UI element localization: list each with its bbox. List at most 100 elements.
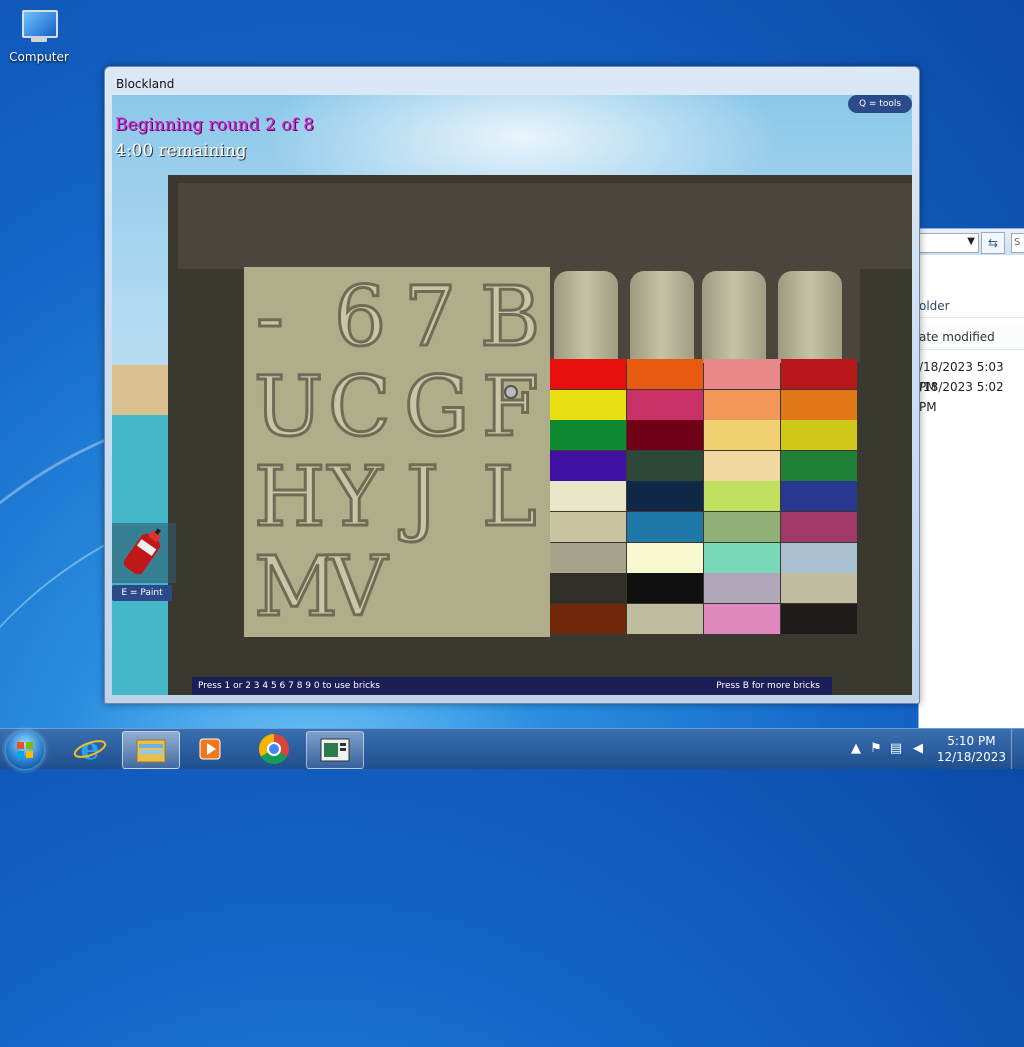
paint-hint: E = Paint bbox=[112, 585, 172, 601]
address-dropdown[interactable]: ▼ bbox=[919, 233, 979, 253]
crosshair-icon bbox=[504, 385, 518, 399]
more-bricks-hint: Press B for more bricks bbox=[716, 681, 820, 691]
clock-date: 12/18/2023 bbox=[936, 750, 1006, 764]
color-swatch[interactable] bbox=[781, 542, 857, 573]
frame-top bbox=[178, 183, 912, 269]
window-title: Blockland bbox=[116, 77, 175, 91]
letter-brick[interactable]: F bbox=[481, 365, 541, 450]
color-swatch[interactable] bbox=[627, 542, 703, 573]
color-swatch[interactable] bbox=[550, 603, 626, 634]
color-swatch[interactable] bbox=[704, 512, 780, 542]
color-swatch[interactable] bbox=[627, 389, 703, 420]
taskbar-media-player[interactable] bbox=[182, 731, 238, 767]
color-swatch[interactable] bbox=[627, 420, 703, 451]
action-center-icon[interactable]: ⚑ bbox=[868, 741, 884, 757]
letter-brick[interactable]: 7 bbox=[402, 275, 457, 360]
computer-icon bbox=[18, 8, 60, 44]
explorer-window[interactable]: ▼ ⇆ S older ate modified /18/2023 5:03 P… bbox=[918, 228, 1024, 730]
media-player-icon bbox=[199, 738, 221, 760]
letter-brick[interactable]: C bbox=[327, 365, 393, 450]
desktop-icon-computer[interactable]: Computer bbox=[8, 8, 70, 64]
color-swatch[interactable] bbox=[704, 573, 780, 604]
color-swatch[interactable] bbox=[781, 359, 857, 389]
letter-brick[interactable]: M bbox=[253, 545, 340, 630]
windows-flag-icon bbox=[17, 742, 33, 758]
color-swatch[interactable] bbox=[627, 512, 703, 542]
desktop-icon-label: Computer bbox=[9, 50, 69, 64]
system-tray: ▲ ⚑ ▤ ◀ 5:10 PM 12/18/2023 bbox=[824, 729, 1024, 769]
color-swatch[interactable] bbox=[627, 573, 703, 604]
letter-brick[interactable]: 6 bbox=[332, 275, 387, 360]
clock[interactable]: 5:10 PM 12/18/2023 bbox=[937, 733, 1006, 765]
letter-brick[interactable]: L bbox=[480, 455, 537, 540]
file-explorer-icon bbox=[136, 739, 166, 763]
color-swatch[interactable] bbox=[627, 359, 703, 389]
letter-brick[interactable]: V bbox=[326, 545, 388, 630]
letter-brick[interactable]: Y bbox=[326, 455, 383, 540]
letter-brick[interactable]: U bbox=[252, 365, 324, 450]
bricks-hint: Press 1 or 2 3 4 5 6 7 8 9 0 to use bric… bbox=[198, 681, 380, 691]
color-swatch[interactable] bbox=[550, 420, 626, 451]
spray-paint-icon bbox=[112, 523, 176, 583]
color-swatch[interactable] bbox=[550, 450, 626, 481]
color-swatch[interactable] bbox=[781, 450, 857, 481]
color-swatch[interactable] bbox=[550, 389, 626, 420]
color-swatch[interactable] bbox=[704, 450, 780, 481]
list-item[interactable]: /18/2023 5:02 PM bbox=[919, 377, 1024, 414]
color-swatch[interactable] bbox=[704, 481, 780, 512]
color-swatch[interactable] bbox=[704, 420, 780, 451]
refresh-icon[interactable]: ⇆ bbox=[981, 232, 1005, 254]
round-brick[interactable] bbox=[630, 271, 694, 363]
explorer-folder-header: older bbox=[919, 295, 1024, 318]
color-swatch[interactable] bbox=[550, 481, 626, 512]
letter-brick[interactable]: J bbox=[405, 455, 441, 540]
network-icon[interactable]: ▤ bbox=[888, 741, 904, 757]
search-input[interactable]: S bbox=[1011, 233, 1024, 253]
letter-brick[interactable]: H bbox=[253, 455, 327, 540]
blockland-icon bbox=[320, 738, 350, 762]
color-swatch[interactable] bbox=[704, 359, 780, 389]
color-swatch[interactable] bbox=[627, 450, 703, 481]
chevron-up-icon[interactable]: ▲ bbox=[848, 741, 864, 757]
round-brick[interactable] bbox=[554, 271, 618, 363]
show-desktop-button[interactable] bbox=[1011, 729, 1024, 769]
round-status: Beginning round 2 of 8 bbox=[115, 115, 314, 135]
color-swatch[interactable] bbox=[781, 420, 857, 451]
column-header-date-modified[interactable]: ate modified bbox=[919, 325, 1024, 350]
svg-text:e: e bbox=[80, 732, 99, 767]
color-swatch[interactable] bbox=[550, 359, 626, 389]
blockland-window[interactable]: Blockland - 6 7 B U C G F H Y J L M V Be… bbox=[104, 66, 920, 704]
round-brick[interactable] bbox=[778, 271, 842, 363]
color-swatch[interactable] bbox=[550, 573, 626, 604]
taskbar-chrome[interactable] bbox=[246, 731, 302, 767]
color-swatch[interactable] bbox=[781, 603, 857, 634]
brick-hint-bar: Press 1 or 2 3 4 5 6 7 8 9 0 to use bric… bbox=[192, 677, 832, 695]
explorer-address-bar: ▼ ⇆ S bbox=[919, 229, 1024, 255]
color-swatch[interactable] bbox=[704, 603, 780, 634]
color-swatch[interactable] bbox=[550, 542, 626, 573]
color-swatch[interactable] bbox=[781, 389, 857, 420]
start-button[interactable] bbox=[6, 731, 44, 769]
taskbar-blockland[interactable] bbox=[306, 731, 364, 769]
color-swatch[interactable] bbox=[781, 512, 857, 542]
letter-bricks-panel: - 6 7 B U C G F H Y J L M V bbox=[244, 267, 550, 637]
round-brick[interactable] bbox=[702, 271, 766, 363]
letter-brick[interactable]: B bbox=[478, 275, 541, 360]
color-swatch[interactable] bbox=[781, 481, 857, 512]
taskbar: e ▲ ⚑ ▤ ◀ 5:10 PM 12/18/2023 bbox=[0, 728, 1024, 769]
round-bricks bbox=[550, 267, 860, 363]
taskbar-file-explorer[interactable] bbox=[122, 731, 180, 769]
color-swatch[interactable] bbox=[704, 389, 780, 420]
color-swatch[interactable] bbox=[781, 573, 857, 604]
color-palette bbox=[550, 359, 858, 635]
color-swatch[interactable] bbox=[550, 512, 626, 542]
letter-brick[interactable]: G bbox=[403, 365, 471, 450]
game-viewport[interactable]: - 6 7 B U C G F H Y J L M V Beginning ro… bbox=[112, 95, 912, 695]
color-swatch[interactable] bbox=[704, 542, 780, 573]
color-swatch[interactable] bbox=[627, 481, 703, 512]
list-item[interactable]: /18/2023 5:03 PM bbox=[919, 357, 1024, 394]
taskbar-internet-explorer[interactable]: e bbox=[62, 731, 118, 767]
color-swatch[interactable] bbox=[627, 603, 703, 634]
volume-icon[interactable]: ◀ bbox=[910, 741, 926, 757]
letter-brick[interactable]: - bbox=[255, 275, 286, 360]
